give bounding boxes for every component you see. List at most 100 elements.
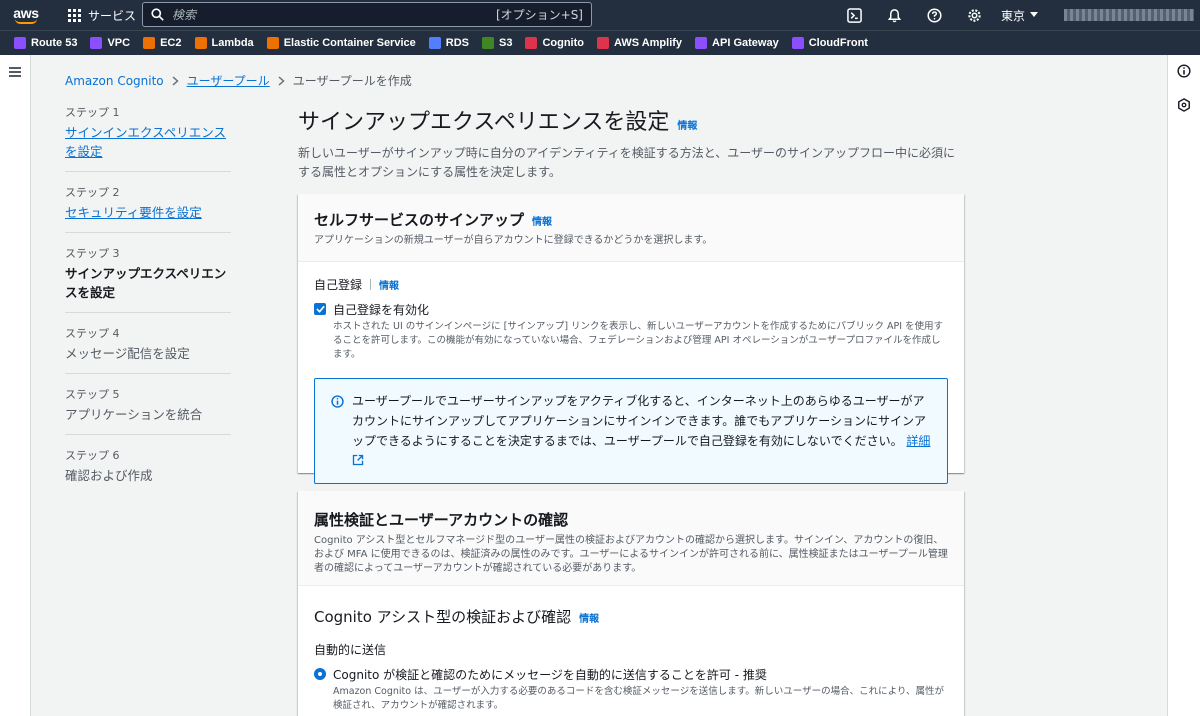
service-icon xyxy=(90,37,103,49)
alert-text-block: ユーザープールでユーザーサインアップをアクティブ化すると、インターネット上のあら… xyxy=(352,391,931,471)
aws-logo-text: aws xyxy=(13,4,39,21)
favorite-label: Cognito xyxy=(542,37,584,49)
step-title[interactable]: サインインエクスペリエンスを設定 xyxy=(65,123,231,161)
help-icon xyxy=(927,7,943,23)
card-subtitle: アプリケーションの新規ユーザーが自らアカウントに登録できるかどうかを選択します。 xyxy=(314,235,713,246)
aws-logo[interactable]: aws xyxy=(4,0,48,30)
favorites-bar: Route 53 VPC EC2 Lambda Elastic Container Se… xyxy=(0,30,1200,55)
service-icon xyxy=(597,37,609,49)
radio-description: Amazon Cognito は、ユーザーが入力する必要のあるコードを含む検証メ… xyxy=(333,686,945,711)
chevron-right-icon xyxy=(172,75,179,86)
favorite-vpc[interactable]: VPC xyxy=(90,37,130,49)
gear-icon xyxy=(968,8,982,22)
service-icon xyxy=(481,37,494,49)
aws-smile-icon xyxy=(15,19,37,24)
top-navigation: aws サービス 検索 [オプション+S] 東京 xyxy=(0,0,1200,30)
favorite-label: Lambda xyxy=(211,37,254,49)
learn-more-link[interactable]: 詳細 xyxy=(906,434,930,448)
self-registration-checkbox[interactable] xyxy=(314,303,326,315)
step-title: メッセージ配信を設定 xyxy=(65,346,190,361)
checkbox-label[interactable]: 自己登録を有効化 xyxy=(333,301,948,318)
page-title: サインアップエクスペリエンスを設定 xyxy=(298,110,670,135)
radio-label[interactable]: Cognito が検証と確認のためにメッセージを自動的に送信することを許可 - … xyxy=(333,666,948,683)
wizard-step: ステップ 3 サインアップエクスペリエンスを設定 xyxy=(65,245,231,313)
favorite-aws-amplify[interactable]: AWS Amplify xyxy=(597,37,682,49)
card-header: 属性検証とユーザーアカウントの確認 Cognito アシスト型とセルフマネージド… xyxy=(298,491,964,586)
service-icon xyxy=(194,37,207,49)
favorite-lambda[interactable]: Lambda xyxy=(194,37,254,49)
cloudshell-button[interactable] xyxy=(835,0,875,30)
region-selector[interactable]: 東京 xyxy=(1001,7,1038,24)
search-shortcut: [オプション+S] xyxy=(495,8,583,22)
step-title[interactable]: セキュリティ要件を設定 xyxy=(65,203,231,222)
wizard-steps: ステップ 1 サインインエクスペリエンスを設定 ステップ 2 セキュリティ要件を設定ス… xyxy=(65,104,231,507)
field-label: 自動的に送信 xyxy=(314,643,387,657)
help-button[interactable] xyxy=(915,0,955,30)
favorite-label: API Gateway xyxy=(712,37,779,49)
wizard-step: ステップ 5 アプリケーションを統合 xyxy=(65,386,231,435)
self-registration-label: 自己登録 情報 xyxy=(314,276,948,293)
step-title: 確認および作成 xyxy=(65,468,153,483)
external-link-icon xyxy=(352,454,364,466)
services-label: サービス xyxy=(88,8,137,23)
page-info-link[interactable]: 情報 xyxy=(677,117,697,132)
breadcrumb-cognito-link[interactable]: Amazon Cognito xyxy=(65,74,164,88)
step-title: サインアップエクスペリエンスを設定 xyxy=(65,266,227,300)
service-icon xyxy=(695,37,708,49)
account-menu-redacted[interactable] xyxy=(1064,9,1194,21)
favorite-s3[interactable]: S3 xyxy=(481,37,512,49)
caret-down-icon xyxy=(1030,12,1038,17)
checkbox-description: ホストされた UI のサインインページに [サインアップ] リンクを表示し、新し… xyxy=(333,321,944,360)
step-number: ステップ 3 xyxy=(65,247,120,260)
info-link[interactable]: 情報 xyxy=(579,610,599,625)
grid-icon xyxy=(68,8,81,22)
info-link[interactable]: 情報 xyxy=(379,277,399,292)
favorite-api-gateway[interactable]: API Gateway xyxy=(695,37,779,49)
favorite-ec2[interactable]: EC2 xyxy=(143,37,182,49)
favorite-label: VPC xyxy=(107,37,131,49)
region-label: 東京 xyxy=(1000,8,1025,23)
info-link[interactable]: 情報 xyxy=(532,213,552,228)
breadcrumb-current: ユーザープールを作成 xyxy=(292,74,412,88)
favorite-cloudfront[interactable]: CloudFront xyxy=(791,37,868,49)
favorite-route-53[interactable]: Route 53 xyxy=(14,37,77,49)
checkmark-icon xyxy=(315,305,325,313)
chevron-right-icon xyxy=(278,75,285,86)
main-header: サインアップエクスペリエンスを設定 情報 新しいユーザーがサインアップ時に自分の… xyxy=(298,104,966,182)
wizard-step: ステップ 1 サインインエクスペリエンスを設定 xyxy=(65,104,231,172)
favorite-rds[interactable]: RDS xyxy=(428,37,469,49)
auto-send-radio[interactable] xyxy=(314,668,326,680)
info-panel-icon[interactable] xyxy=(1177,64,1191,78)
card-subtitle: Cognito アシスト型とセルフマネージド型のユーザー属性の検証およびアカウン… xyxy=(314,535,948,574)
breadcrumb-user-pools-link[interactable]: ユーザープール xyxy=(187,72,270,89)
service-icon xyxy=(428,37,441,49)
terminal-icon xyxy=(847,7,863,23)
step-number: ステップ 1 xyxy=(65,106,120,119)
services-menu-button[interactable]: サービス xyxy=(68,7,136,24)
service-icon xyxy=(266,37,279,49)
notifications-button[interactable] xyxy=(875,0,915,30)
section-title: Cognito アシスト型の検証および確認 xyxy=(314,608,572,626)
hamburger-menu-icon[interactable] xyxy=(9,67,21,77)
info-circle-icon xyxy=(331,395,344,408)
service-icon xyxy=(143,37,156,49)
favorite-elastic-container-service[interactable]: Elastic Container Service xyxy=(266,37,416,49)
hexagon-icon[interactable] xyxy=(1177,98,1191,112)
search-placeholder: 検索 xyxy=(172,8,197,22)
step-title: アプリケーションを統合 xyxy=(65,407,203,422)
info-alert: ユーザープールでユーザーサインアップをアクティブ化すると、インターネット上のあら… xyxy=(314,378,948,484)
step-number: ステップ 2 xyxy=(65,186,120,199)
settings-button[interactable] xyxy=(955,0,995,30)
search-input[interactable]: 検索 [オプション+S] xyxy=(142,2,592,27)
service-icon xyxy=(525,37,538,49)
favorite-label: Route 53 xyxy=(31,37,78,49)
favorite-cognito[interactable]: Cognito xyxy=(525,37,584,49)
breadcrumb: Amazon Cognito ユーザープール ユーザープールを作成 xyxy=(65,72,412,89)
self-service-signup-card: セルフサービスのサインアップ 情報 アプリケーションの新規ユーザーが自らアカウント… xyxy=(298,194,964,484)
favorite-label: Elastic Container Service xyxy=(283,37,416,49)
auto-send-radio-row: Cognito が検証と確認のためにメッセージを自動的に送信することを許可 - … xyxy=(314,666,948,713)
step-number: ステップ 5 xyxy=(65,388,120,401)
favorite-label: AWS Amplify xyxy=(614,37,683,49)
card-body: 自己登録 情報 自己登録を有効化 ホストされた UI のサインインページに [サ… xyxy=(298,262,964,498)
wizard-step: ステップ 4 メッセージ配信を設定 xyxy=(65,325,231,374)
